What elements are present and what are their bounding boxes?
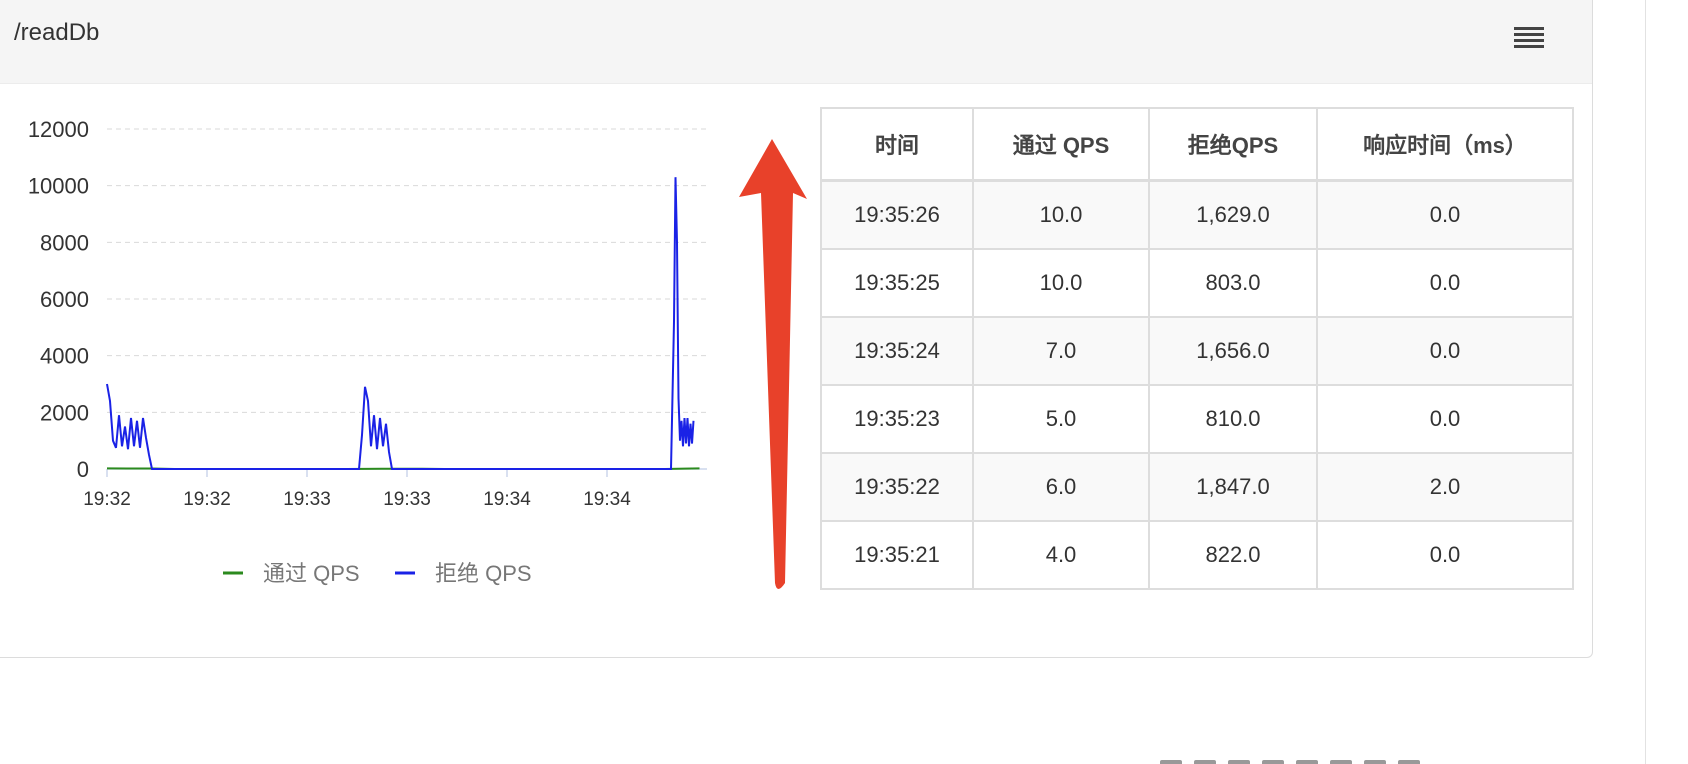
y-tick-label: 0: [77, 457, 89, 482]
cell-time: 19:35:23: [820, 384, 974, 454]
cell-response-time: 2.0: [1316, 452, 1574, 522]
cell-block-qps: 1,629.0: [1148, 179, 1318, 250]
cell-block-qps: 803.0: [1148, 248, 1318, 318]
cell-time: 19:35:22: [820, 452, 974, 522]
x-tick-label: 19:34: [583, 489, 631, 510]
y-tick-label: 8000: [40, 230, 89, 255]
cell-pass-qps: 4.0: [972, 520, 1150, 590]
x-tick-label: 19:32: [83, 489, 131, 510]
panel-header: /readDb: [0, 0, 1592, 84]
y-tick-label: 4000: [40, 344, 89, 369]
y-tick-label: 12000: [28, 117, 89, 142]
cell-block-qps: 1,847.0: [1148, 452, 1318, 522]
table-row: 19:35:21 4.0 822.0 0.0: [820, 520, 1574, 590]
qps-line-chart: 0 2000 4000 6000 8000 10000 12000 19:32 19:32 19:…: [0, 99, 719, 619]
cell-response-time: 0.0: [1316, 384, 1574, 454]
cell-time: 19:35:24: [820, 316, 974, 386]
table-row: 19:35:22 6.0 1,847.0 2.0: [820, 452, 1574, 522]
x-tick-label: 19:33: [283, 489, 331, 510]
table-row: 19:35:25 10.0 803.0 0.0: [820, 248, 1574, 318]
cell-block-qps: 810.0: [1148, 384, 1318, 454]
cell-response-time: 0.0: [1316, 179, 1574, 250]
column-header-time: 时间: [820, 107, 974, 182]
cropped-footer-text: [1160, 752, 1490, 764]
cell-pass-qps: 10.0: [972, 179, 1150, 250]
cell-time: 19:35:25: [820, 248, 974, 318]
page: /readDb 0 2000 4000 6000 8000 10000 12000 19:32…: [0, 0, 1688, 764]
cell-block-qps: 1,656.0: [1148, 316, 1318, 386]
cell-block-qps: 822.0: [1148, 520, 1318, 590]
table-header-row: 时间 通过 QPS 拒绝QPS 响应时间（ms）: [820, 107, 1574, 182]
red-up-arrow-annotation: [739, 139, 807, 589]
legend-item-block-qps: 拒绝 QPS: [435, 561, 532, 586]
y-tick-label: 6000: [40, 287, 89, 312]
y-tick-label: 10000: [28, 174, 89, 199]
panel-title: /readDb: [14, 19, 100, 46]
x-tick-label: 19:34: [483, 489, 531, 510]
cell-time: 19:35:21: [820, 520, 974, 590]
legend-item-pass-qps: 通过 QPS: [263, 561, 360, 586]
cell-response-time: 0.0: [1316, 520, 1574, 590]
column-header-response-time: 响应时间（ms）: [1316, 107, 1574, 182]
cell-response-time: 0.0: [1316, 248, 1574, 318]
chart-canvas: 0 2000 4000 6000 8000 10000 12000 19:32 19:32 19:…: [28, 117, 707, 586]
table-row: 19:35:23 5.0 810.0 0.0: [820, 384, 1574, 454]
column-header-block-qps: 拒绝QPS: [1148, 107, 1318, 182]
x-tick-label: 19:32: [183, 489, 231, 510]
cell-pass-qps: 5.0: [972, 384, 1150, 454]
cell-response-time: 0.0: [1316, 316, 1574, 386]
column-header-pass-qps: 通过 QPS: [972, 107, 1150, 182]
table-row: 19:35:26 10.0 1,629.0 0.0: [820, 179, 1574, 250]
cell-pass-qps: 6.0: [972, 452, 1150, 522]
x-tick-label: 19:33: [383, 489, 431, 510]
right-divider: [1645, 0, 1646, 764]
cell-time: 19:35:26: [820, 179, 974, 250]
y-tick-label: 2000: [40, 400, 89, 425]
qps-table: 时间 通过 QPS 拒绝QPS 响应时间（ms） 19:35:26 10.0 1…: [820, 107, 1574, 590]
hamburger-menu-icon[interactable]: [1514, 25, 1544, 49]
series-line-block-qps: [106, 177, 695, 470]
cell-pass-qps: 10.0: [972, 248, 1150, 318]
table-row: 19:35:24 7.0 1,656.0 0.0: [820, 316, 1574, 386]
cell-pass-qps: 7.0: [972, 316, 1150, 386]
metric-panel: /readDb 0 2000 4000 6000 8000 10000 12000 19:32…: [0, 0, 1593, 658]
